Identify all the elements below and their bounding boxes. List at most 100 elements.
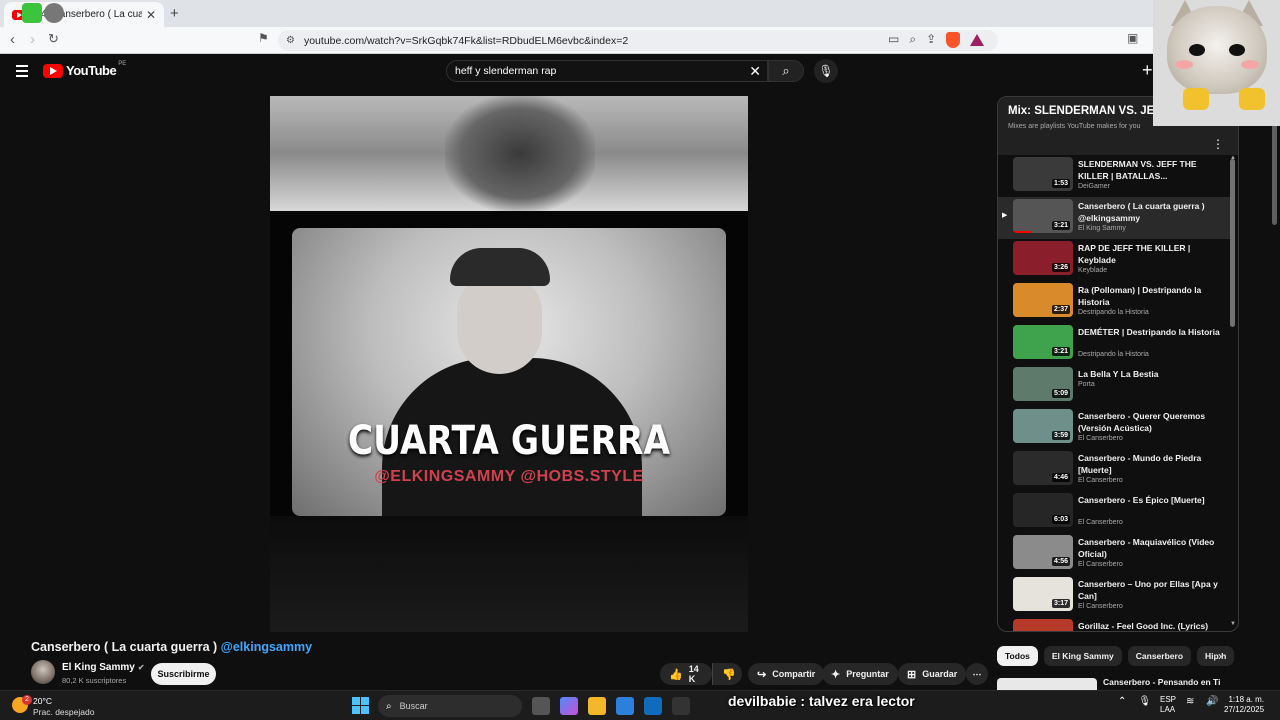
dislike-button[interactable]: 👎 — [712, 663, 742, 685]
filter-chip[interactable]: El King Sammy — [1043, 646, 1122, 666]
file-explorer-icon[interactable] — [588, 697, 606, 715]
app-icon[interactable] — [672, 697, 690, 715]
youtube-logo[interactable]: YouTube PE — [43, 61, 126, 78]
cat-sticker — [1153, 0, 1280, 126]
taskbar-search-placeholder: Buscar — [399, 701, 428, 711]
playlist-item[interactable]: 3:17 Canserbero – Uno por Ellas [Apa y Ca… — [998, 575, 1230, 617]
playlist-item-thumbnail[interactable]: 3:59 — [1013, 409, 1073, 443]
search-input[interactable]: heff y slenderman rap ✕ — [446, 60, 768, 82]
scroll-down-icon[interactable]: ▼ — [1230, 621, 1236, 627]
playlist-item[interactable]: 2:37 Ra (Polloman) | Destripando la Histo… — [998, 281, 1230, 323]
sidebar-toggle-icon[interactable]: ▣ — [1127, 31, 1138, 45]
playlist-subtitle: Mixes are playlists YouTube makes for yo… — [1008, 123, 1141, 130]
chevron-right-icon[interactable]: › — [1218, 649, 1222, 663]
forward-icon[interactable]: › — [30, 31, 35, 48]
playlist-item-thumbnail[interactable]: 3:21 — [1013, 199, 1073, 233]
playlist-item-thumbnail[interactable]: 3:21 — [1013, 325, 1073, 359]
page-scrollbar[interactable] — [1272, 115, 1277, 225]
volume-icon[interactable]: 🔊 — [1206, 696, 1218, 707]
filter-chip[interactable]: Hip h — [1197, 646, 1235, 666]
reload-icon[interactable]: ↻ — [48, 31, 59, 47]
playlist-item-duration: 3:59 — [1051, 431, 1070, 440]
playlist-scrollbar[interactable] — [1230, 159, 1235, 327]
playlist-item-thumbnail[interactable]: 4:56 — [1013, 535, 1073, 569]
save-label: Guardar — [922, 669, 958, 679]
outlook-icon[interactable] — [644, 697, 662, 715]
playlist-item-duration: 3:17 — [1051, 599, 1070, 608]
playlist-item[interactable]: 5:09 La Bella Y La Bestia Porta — [998, 365, 1230, 407]
brave-shields-icon[interactable] — [946, 32, 961, 48]
video-title-text: Canserbero ( La cuarta guerra ) — [31, 640, 218, 654]
video-title-handle[interactable]: @elkingsammy — [221, 640, 312, 654]
share-button[interactable]: ↪ Compartir — [748, 663, 825, 685]
address-bar-row: ‹ › ↻ ⚑ ⚙ youtube.com/watch?v=SrkGqbk74F… — [0, 27, 1280, 54]
playlist-item[interactable]: Gorillaz - Feel Good Inc. (Lyrics) — [998, 617, 1230, 631]
recommendation-title[interactable]: Canserbero - Pensando en Ti — [1103, 677, 1220, 687]
recorder-button-icon[interactable] — [44, 3, 64, 23]
playlist-item-thumbnail[interactable]: 3:26 — [1013, 241, 1073, 275]
subscribe-button[interactable]: Suscribirme — [151, 663, 216, 685]
hamburger-menu-icon[interactable] — [16, 65, 28, 80]
more-actions-button[interactable]: ⋯ — [966, 663, 988, 685]
playlist-item-channel: DeiGamer — [1078, 183, 1110, 190]
video-player[interactable]: CUARTA GUERRA @ELKINGSAMMY @HOBS.STYLE — [270, 96, 748, 632]
windows-start-icon[interactable] — [352, 697, 369, 714]
brave-rewards-icon[interactable] — [970, 34, 985, 46]
wifi-icon[interactable]: ≋ — [1186, 696, 1194, 707]
playlist-item-title: Canserbero - Maquiavélico (Video Oficial… — [1078, 537, 1215, 559]
playlist-item[interactable]: 3:26 RAP DE JEFF THE KILLER | Keyblade Key… — [998, 239, 1230, 281]
playlist-item-thumbnail[interactable]: 2:37 — [1013, 283, 1073, 317]
video-title: Canserbero ( La cuarta guerra ) @elkings… — [31, 640, 312, 654]
task-view-icon[interactable] — [532, 697, 550, 715]
playlist-item-thumbnail[interactable]: 6:03 — [1013, 493, 1073, 527]
playlist-title[interactable]: Mix: SLENDERMAN VS. JEFF — [1008, 105, 1168, 117]
like-count: 14 K — [688, 664, 699, 684]
back-icon[interactable]: ‹ — [10, 31, 15, 48]
playlist-item-thumbnail[interactable]: 1:53 — [1013, 157, 1073, 191]
playlist-item-thumbnail[interactable]: 3:17 — [1013, 577, 1073, 611]
filter-chip[interactable]: Canserbero — [1127, 646, 1192, 666]
new-tab-button[interactable]: + — [170, 5, 179, 22]
playlist-item[interactable]: 3:21 DEMÉTER | Destripando la Historia Des… — [998, 323, 1230, 365]
voice-search-button[interactable]: 🎙 — [814, 59, 838, 83]
tray-mic-icon[interactable]: 🎙 — [1138, 696, 1151, 707]
playlist-item-thumbnail[interactable]: 4:46 — [1013, 451, 1073, 485]
playlist-item-duration: 2:37 — [1051, 305, 1070, 314]
filter-chip[interactable]: Todos — [997, 646, 1038, 666]
share-page-icon[interactable]: ⇪ — [926, 32, 936, 48]
clear-search-icon[interactable]: ✕ — [749, 63, 761, 80]
zoom-icon[interactable]: ⌕ — [909, 32, 916, 48]
channel-name[interactable]: El King Sammy — [62, 662, 135, 673]
playlist-item-channel: Destripando la Historia — [1078, 309, 1149, 316]
tray-expand-icon[interactable]: ⌃ — [1118, 696, 1126, 707]
channel-name-row[interactable]: El King Sammy ✔ — [62, 662, 145, 673]
playlist-item-thumbnail[interactable]: 5:09 — [1013, 367, 1073, 401]
playlist-item-thumbnail[interactable] — [1013, 619, 1073, 631]
playlist-item-channel: El Canserbero — [1078, 561, 1123, 568]
system-tray: ⌃ 🎙 — [1118, 696, 1151, 707]
site-info-icon[interactable]: ⚙ — [286, 35, 295, 46]
channel-avatar[interactable] — [31, 660, 55, 684]
playlist-item[interactable]: ▶ 3:21 Canserbero ( La cuarta guerra ) @el… — [998, 197, 1230, 239]
cast-icon[interactable]: ▭ — [888, 32, 899, 48]
copilot-icon[interactable] — [560, 697, 578, 715]
input-language[interactable]: ESP LAA — [1160, 695, 1176, 715]
tab-close-icon[interactable]: ✕ — [146, 8, 156, 22]
playlist-item[interactable]: 6:03 Canserbero - Es Épico [Muerte] El Can… — [998, 491, 1230, 533]
taskbar-search[interactable]: ⌕ Buscar — [378, 695, 522, 717]
playlist-item[interactable]: 4:56 Canserbero - Maquiavélico (Video Ofi… — [998, 533, 1230, 575]
playlist-item-channel: El King Sammy — [1078, 225, 1126, 232]
playlist-item[interactable]: 1:53 SLENDERMAN VS. JEFF THE KILLER | BAT… — [998, 155, 1230, 197]
like-button[interactable]: 👍 14 K — [660, 663, 712, 685]
bookmark-icon[interactable]: ⚑ — [258, 31, 269, 45]
search-button[interactable]: ⌕ — [768, 60, 804, 82]
playlist-menu-icon[interactable]: ⋮ — [1212, 137, 1224, 151]
system-clock[interactable]: 1:18 a. m. 27/12/2025 — [1224, 695, 1264, 715]
save-button[interactable]: ⊞ Guardar — [898, 663, 967, 685]
playlist-item[interactable]: 4:46 Canserbero - Mundo de Piedra [Muerte… — [998, 449, 1230, 491]
create-icon[interactable]: + — [1142, 60, 1153, 81]
playlist-item-title: Gorillaz - Feel Good Inc. (Lyrics) — [1078, 621, 1209, 631]
store-icon[interactable] — [616, 697, 634, 715]
ask-button[interactable]: ✦ Preguntar — [822, 663, 898, 685]
playlist-item[interactable]: 3:59 Canserbero - Querer Queremos (Versió… — [998, 407, 1230, 449]
